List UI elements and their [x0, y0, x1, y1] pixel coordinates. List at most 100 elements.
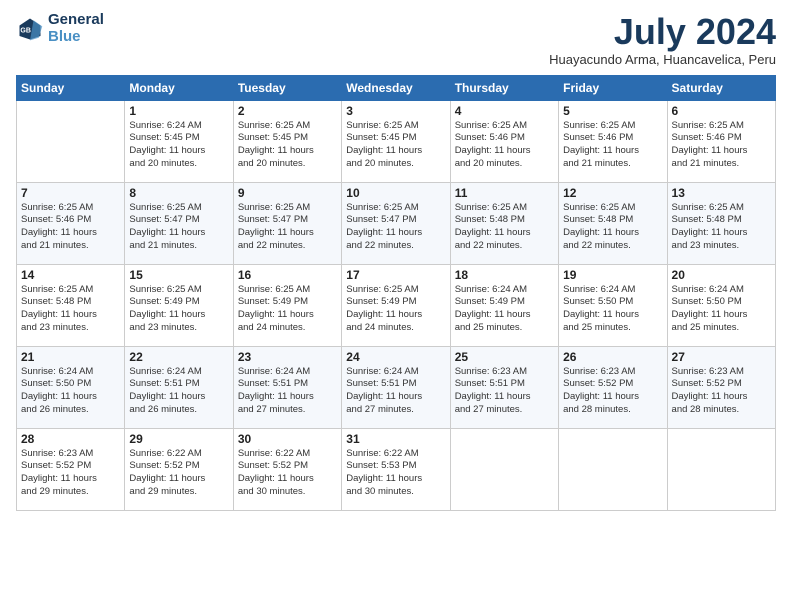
- day-info: Sunrise: 6:25 AM Sunset: 5:46 PM Dayligh…: [672, 120, 771, 171]
- day-number: 6: [672, 104, 771, 118]
- calendar-cell: 9Sunrise: 6:25 AM Sunset: 5:47 PM Daylig…: [233, 182, 341, 264]
- day-number: 31: [346, 432, 445, 446]
- day-number: 11: [455, 186, 554, 200]
- day-info: Sunrise: 6:24 AM Sunset: 5:50 PM Dayligh…: [21, 366, 120, 417]
- calendar-week-5: 28Sunrise: 6:23 AM Sunset: 5:52 PM Dayli…: [17, 428, 776, 510]
- day-number: 13: [672, 186, 771, 200]
- day-number: 29: [129, 432, 228, 446]
- day-number: 23: [238, 350, 337, 364]
- day-info: Sunrise: 6:25 AM Sunset: 5:48 PM Dayligh…: [672, 202, 771, 253]
- logo: GB General Blue: [16, 12, 104, 45]
- day-info: Sunrise: 6:22 AM Sunset: 5:52 PM Dayligh…: [238, 448, 337, 499]
- calendar-cell: 5 Sunrise: 6:25 AM Sunset: 5:46 PM Daylig…: [559, 100, 667, 182]
- day-info: Sunrise: 6:24 AM Sunset: 5:51 PM Dayligh…: [238, 366, 337, 417]
- day-info: Sunrise: 6:23 AM Sunset: 5:52 PM Dayligh…: [563, 366, 662, 417]
- calendar-cell: 1Sunrise: 6:24 AM Sunset: 5:45 PM Daylig…: [125, 100, 233, 182]
- calendar-cell: 24 Sunrise: 6:24 AM Sunset: 5:51 PM Dayli…: [342, 346, 450, 428]
- calendar-cell: 14Sunrise: 6:25 AM Sunset: 5:48 PM Dayli…: [17, 264, 125, 346]
- calendar-cell: 8Sunrise: 6:25 AM Sunset: 5:47 PM Daylig…: [125, 182, 233, 264]
- col-saturday: Saturday: [667, 75, 775, 100]
- calendar-header: Sunday Monday Tuesday Wednesday Thursday…: [17, 75, 776, 100]
- calendar-cell: 21Sunrise: 6:24 AM Sunset: 5:50 PM Dayli…: [17, 346, 125, 428]
- calendar-week-4: 21Sunrise: 6:24 AM Sunset: 5:50 PM Dayli…: [17, 346, 776, 428]
- calendar-cell: 15 Sunrise: 6:25 AM Sunset: 5:49 PM Dayli…: [125, 264, 233, 346]
- day-number: 3: [346, 104, 445, 118]
- day-info: Sunrise: 6:24 AM Sunset: 5:50 PM Dayligh…: [563, 284, 662, 335]
- day-info: Sunrise: 6:24 AM Sunset: 5:51 PM Dayligh…: [129, 366, 228, 417]
- page: GB General Blue July 2024 Huayacundo Arm…: [0, 0, 792, 612]
- calendar-cell: 6 Sunrise: 6:25 AM Sunset: 5:46 PM Daylig…: [667, 100, 775, 182]
- svg-text:GB: GB: [20, 27, 31, 34]
- day-number: 10: [346, 186, 445, 200]
- day-number: 17: [346, 268, 445, 282]
- calendar-week-1: 1Sunrise: 6:24 AM Sunset: 5:45 PM Daylig…: [17, 100, 776, 182]
- day-info: Sunrise: 6:22 AM Sunset: 5:53 PM Dayligh…: [346, 448, 445, 499]
- calendar-cell: [17, 100, 125, 182]
- day-info: Sunrise: 6:25 AM Sunset: 5:48 PM Dayligh…: [455, 202, 554, 253]
- calendar-week-2: 7Sunrise: 6:25 AM Sunset: 5:46 PM Daylig…: [17, 182, 776, 264]
- day-number: 26: [563, 350, 662, 364]
- calendar-cell: 26 Sunrise: 6:23 AM Sunset: 5:52 PM Dayli…: [559, 346, 667, 428]
- day-number: 12: [563, 186, 662, 200]
- calendar-cell: 16Sunrise: 6:25 AM Sunset: 5:49 PM Dayli…: [233, 264, 341, 346]
- day-number: 2: [238, 104, 337, 118]
- day-info: Sunrise: 6:24 AM Sunset: 5:50 PM Dayligh…: [672, 284, 771, 335]
- day-number: 24: [346, 350, 445, 364]
- calendar-cell: [667, 428, 775, 510]
- calendar-cell: 13 Sunrise: 6:25 AM Sunset: 5:48 PM Dayli…: [667, 182, 775, 264]
- day-number: 14: [21, 268, 120, 282]
- calendar-week-3: 14Sunrise: 6:25 AM Sunset: 5:48 PM Dayli…: [17, 264, 776, 346]
- col-friday: Friday: [559, 75, 667, 100]
- calendar-cell: 4Sunrise: 6:25 AM Sunset: 5:46 PM Daylig…: [450, 100, 558, 182]
- day-info: Sunrise: 6:25 AM Sunset: 5:47 PM Dayligh…: [346, 202, 445, 253]
- title-block: July 2024 Huayacundo Arma, Huancavelica,…: [549, 12, 776, 67]
- day-info: Sunrise: 6:25 AM Sunset: 5:49 PM Dayligh…: [238, 284, 337, 335]
- day-info: Sunrise: 6:25 AM Sunset: 5:49 PM Dayligh…: [129, 284, 228, 335]
- calendar-body: 1Sunrise: 6:24 AM Sunset: 5:45 PM Daylig…: [17, 100, 776, 510]
- calendar-cell: 25Sunrise: 6:23 AM Sunset: 5:51 PM Dayli…: [450, 346, 558, 428]
- day-info: Sunrise: 6:25 AM Sunset: 5:47 PM Dayligh…: [238, 202, 337, 253]
- logo-icon: GB: [16, 15, 44, 43]
- day-info: Sunrise: 6:23 AM Sunset: 5:51 PM Dayligh…: [455, 366, 554, 417]
- calendar-cell: 22Sunrise: 6:24 AM Sunset: 5:51 PM Dayli…: [125, 346, 233, 428]
- calendar-cell: 20Sunrise: 6:24 AM Sunset: 5:50 PM Dayli…: [667, 264, 775, 346]
- calendar-cell: 28Sunrise: 6:23 AM Sunset: 5:52 PM Dayli…: [17, 428, 125, 510]
- day-number: 15: [129, 268, 228, 282]
- location-subtitle: Huayacundo Arma, Huancavelica, Peru: [549, 52, 776, 67]
- day-number: 4: [455, 104, 554, 118]
- day-info: Sunrise: 6:25 AM Sunset: 5:48 PM Dayligh…: [563, 202, 662, 253]
- day-number: 18: [455, 268, 554, 282]
- day-info: Sunrise: 6:24 AM Sunset: 5:49 PM Dayligh…: [455, 284, 554, 335]
- col-monday: Monday: [125, 75, 233, 100]
- calendar-cell: 27 Sunrise: 6:23 AM Sunset: 5:52 PM Dayli…: [667, 346, 775, 428]
- calendar-cell: [559, 428, 667, 510]
- calendar-cell: 11 Sunrise: 6:25 AM Sunset: 5:48 PM Dayli…: [450, 182, 558, 264]
- calendar-cell: 18 Sunrise: 6:24 AM Sunset: 5:49 PM Dayli…: [450, 264, 558, 346]
- header: GB General Blue July 2024 Huayacundo Arm…: [16, 12, 776, 67]
- logo-text: General Blue: [48, 12, 104, 45]
- col-sunday: Sunday: [17, 75, 125, 100]
- calendar-cell: 12 Sunrise: 6:25 AM Sunset: 5:48 PM Dayli…: [559, 182, 667, 264]
- header-row: Sunday Monday Tuesday Wednesday Thursday…: [17, 75, 776, 100]
- day-number: 19: [563, 268, 662, 282]
- col-tuesday: Tuesday: [233, 75, 341, 100]
- day-info: Sunrise: 6:24 AM Sunset: 5:51 PM Dayligh…: [346, 366, 445, 417]
- calendar-cell: 23 Sunrise: 6:24 AM Sunset: 5:51 PM Dayli…: [233, 346, 341, 428]
- calendar-cell: 30 Sunrise: 6:22 AM Sunset: 5:52 PM Dayli…: [233, 428, 341, 510]
- calendar-cell: 19 Sunrise: 6:24 AM Sunset: 5:50 PM Dayli…: [559, 264, 667, 346]
- col-wednesday: Wednesday: [342, 75, 450, 100]
- day-number: 27: [672, 350, 771, 364]
- calendar-cell: 7Sunrise: 6:25 AM Sunset: 5:46 PM Daylig…: [17, 182, 125, 264]
- day-number: 30: [238, 432, 337, 446]
- day-info: Sunrise: 6:23 AM Sunset: 5:52 PM Dayligh…: [672, 366, 771, 417]
- calendar-cell: [450, 428, 558, 510]
- calendar-cell: 29 Sunrise: 6:22 AM Sunset: 5:52 PM Dayli…: [125, 428, 233, 510]
- col-thursday: Thursday: [450, 75, 558, 100]
- calendar-cell: 3Sunrise: 6:25 AM Sunset: 5:45 PM Daylig…: [342, 100, 450, 182]
- calendar-cell: 17Sunrise: 6:25 AM Sunset: 5:49 PM Dayli…: [342, 264, 450, 346]
- day-info: Sunrise: 6:25 AM Sunset: 5:46 PM Dayligh…: [563, 120, 662, 171]
- calendar-cell: 31 Sunrise: 6:22 AM Sunset: 5:53 PM Dayli…: [342, 428, 450, 510]
- day-info: Sunrise: 6:22 AM Sunset: 5:52 PM Dayligh…: [129, 448, 228, 499]
- day-info: Sunrise: 6:23 AM Sunset: 5:52 PM Dayligh…: [21, 448, 120, 499]
- day-number: 5: [563, 104, 662, 118]
